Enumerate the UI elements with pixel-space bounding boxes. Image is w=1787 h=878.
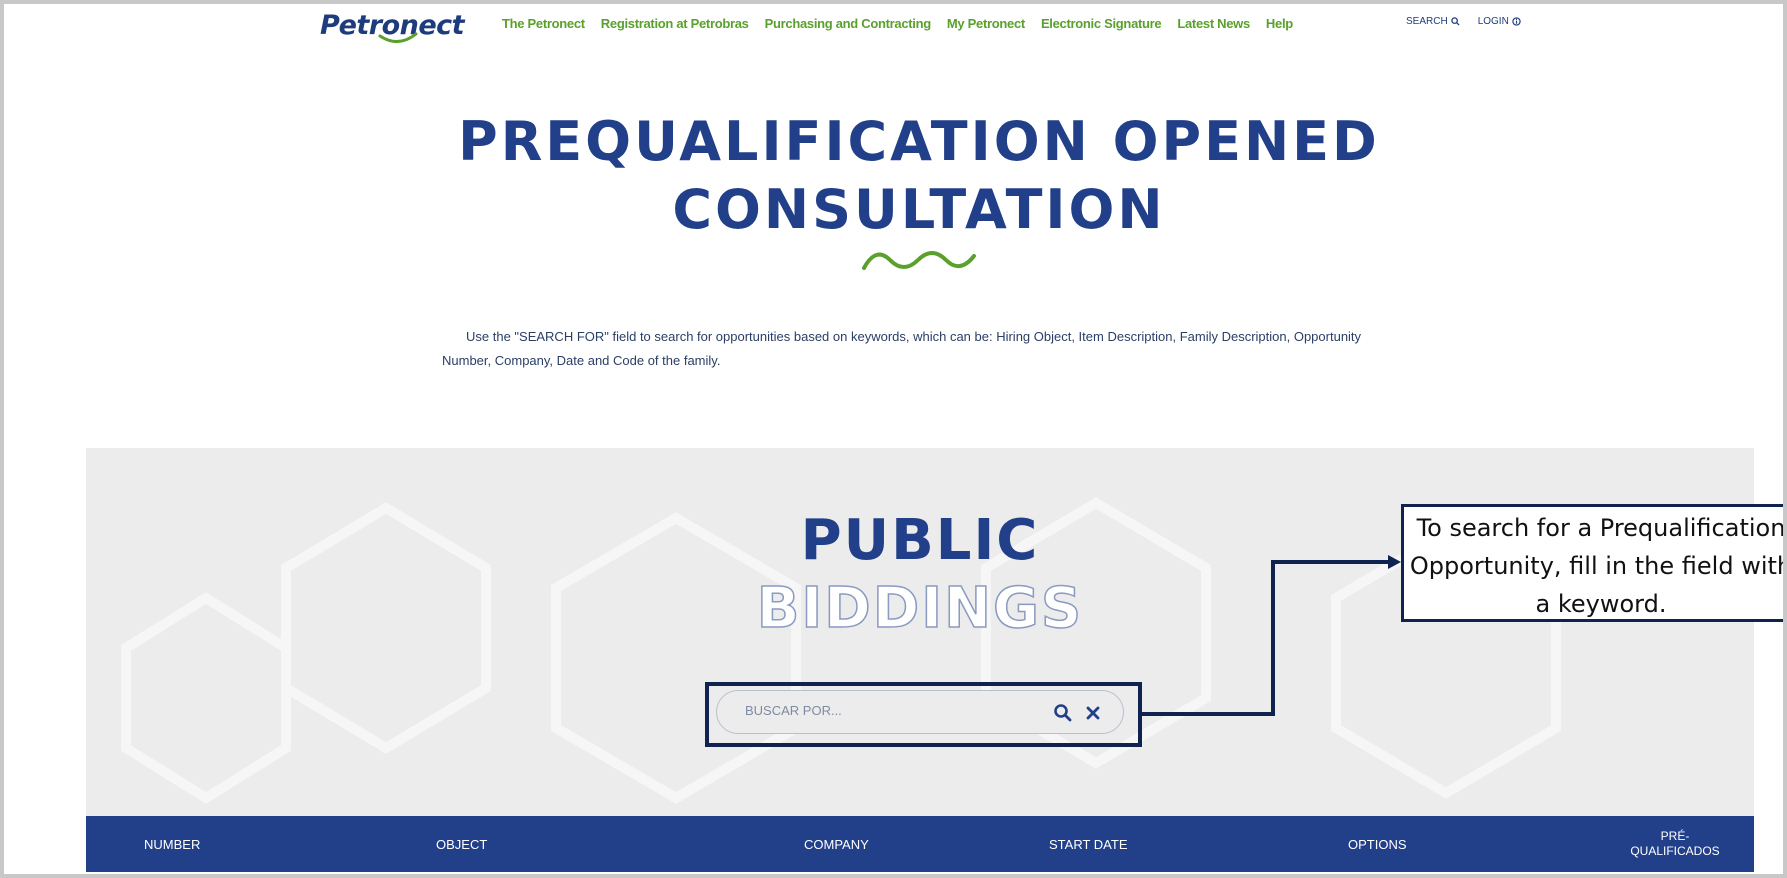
callout-line3: a keyword. <box>1535 590 1667 618</box>
logo-swoosh-icon <box>378 32 418 43</box>
nav-item-purchasing[interactable]: Purchasing and Contracting <box>765 16 932 31</box>
utility-links: SEARCH LOGIN <box>1406 16 1521 27</box>
page-title: PREQUALIFICATION OPENED CONSULTATION <box>0 108 1787 244</box>
pre-qualificados-line1: PRÉ- <box>1660 829 1690 843</box>
column-header-number[interactable]: NUMBER <box>144 816 200 872</box>
header-login-link[interactable]: LOGIN <box>1478 16 1521 27</box>
nav-item-registration[interactable]: Registration at Petrobras <box>601 16 749 31</box>
results-table-header: NUMBER OBJECT COMPANY START DATE OPTIONS… <box>86 816 1754 872</box>
info-icon <box>1512 17 1521 26</box>
intro-text: Use the "SEARCH FOR" field to search for… <box>442 329 1362 368</box>
column-header-object[interactable]: OBJECT <box>436 816 487 872</box>
header-search-link[interactable]: SEARCH <box>1406 16 1460 27</box>
callout-line1: To search for a Prequalification <box>1416 514 1786 542</box>
nav-item-my-petronect[interactable]: My Petronect <box>947 16 1025 31</box>
callout-line2: Opportunity, fill in the field with <box>1409 552 1787 580</box>
search-icon <box>1450 17 1460 26</box>
page-title-line2: CONSULTATION <box>672 178 1166 241</box>
nav-item-the-petronect[interactable]: The Petronect <box>502 16 585 31</box>
header-login-label: LOGIN <box>1477 16 1509 27</box>
column-header-pre-qualificados[interactable]: PRÉ- QUALIFICADOS <box>1612 816 1738 872</box>
squiggle-divider-icon <box>862 251 976 270</box>
column-header-company[interactable]: COMPANY <box>804 816 869 872</box>
annotation-callout: To search for a Prequalification Opportu… <box>1401 504 1787 622</box>
column-header-start-date[interactable]: START DATE <box>1049 816 1128 872</box>
search-highlight-box <box>705 682 1142 747</box>
nav-item-latest-news[interactable]: Latest News <box>1177 16 1250 31</box>
page-title-line1: PREQUALIFICATION OPENED <box>458 110 1380 173</box>
nav-item-help[interactable]: Help <box>1266 16 1293 31</box>
header-search-label: SEARCH <box>1406 16 1448 27</box>
nav-item-electronic-signature[interactable]: Electronic Signature <box>1041 16 1162 31</box>
main-nav: The Petronect Registration at Petrobras … <box>502 16 1293 31</box>
column-header-options[interactable]: OPTIONS <box>1348 816 1407 872</box>
pre-qualificados-line2: QUALIFICADOS <box>1630 844 1720 858</box>
